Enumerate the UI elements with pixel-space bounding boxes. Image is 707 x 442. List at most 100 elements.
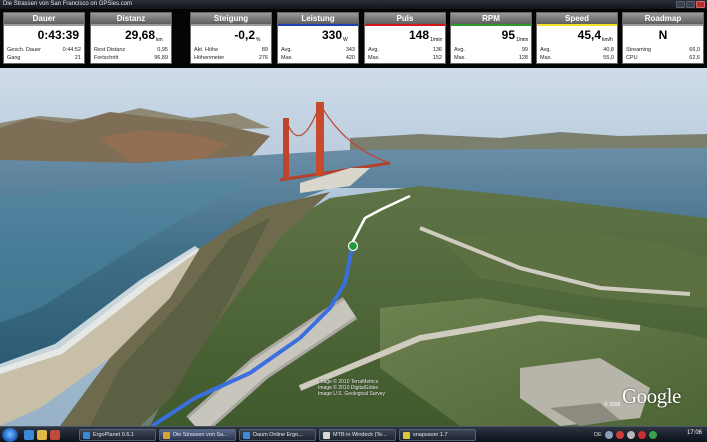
tile-row: Streaming 66,0: [626, 46, 700, 54]
row-value: 89: [261, 47, 268, 53]
tile-row: Max. 128: [454, 54, 528, 62]
tile-accent-line: [4, 24, 84, 26]
tile-accent-line: [278, 24, 358, 26]
value-text: 45,4: [577, 28, 601, 42]
row-value: 136: [432, 47, 442, 53]
row-value: 0:44:52: [62, 47, 81, 53]
task-mtb-windeck[interactable]: MTB in Windeck (Te...: [319, 429, 396, 441]
copyright-text: © 2009: [604, 402, 621, 408]
row-value: 99: [521, 47, 528, 53]
maximize-button[interactable]: [686, 1, 695, 8]
value-text: 29,68: [124, 28, 155, 42]
task-daum-online[interactable]: Daum Online Ergo...: [239, 429, 316, 441]
tile-row: Höhenmeter 276: [194, 54, 268, 62]
imagery-credits: Image © 2010 TerraMetrics Image © 2010 D…: [318, 379, 385, 397]
tile-row: Avg. 40,8: [540, 46, 614, 54]
tile-title: Roadmap: [623, 13, 703, 24]
credit-line: Image U.S. Geological Survey: [318, 391, 385, 397]
tile-row: Max. 420: [281, 54, 355, 62]
row-value: 66,0: [689, 47, 700, 53]
app-icon: [243, 432, 250, 439]
tile-row: Max. 152: [368, 54, 442, 62]
clock[interactable]: 17:06: [687, 430, 702, 436]
bridge-tower-1: [283, 118, 289, 180]
folder-icon[interactable]: [37, 430, 47, 440]
tile-row: Avg. 343: [281, 46, 355, 54]
task-ergoplanet[interactable]: ErgoPlanet 0.6.1: [79, 429, 156, 441]
bridge-tower-2: [316, 102, 324, 176]
app-icon: [83, 432, 90, 439]
task-label: Die Strassen von Sa...: [173, 432, 228, 438]
row-value: 62,6: [689, 55, 700, 61]
app-icon: [403, 432, 410, 439]
minimize-button[interactable]: [676, 1, 685, 8]
tile-row: Avg. 136: [368, 46, 442, 54]
unit-text: %: [256, 37, 261, 43]
row-label: Avg.: [281, 47, 292, 53]
row-value: 0,95: [157, 47, 168, 53]
tile-row: Fortschritt 96,89: [94, 54, 168, 62]
row-value: 21: [74, 55, 81, 61]
unit-text: km: [156, 37, 163, 43]
row-label: Max.: [540, 55, 552, 61]
tile-row: Gesch. Dauer 0:44:52: [7, 46, 81, 54]
task-label: MTB in Windeck (Te...: [333, 432, 387, 438]
media-icon[interactable]: [50, 430, 60, 440]
task-label: snapsaver 1.7: [413, 432, 448, 438]
tile-main-value: -0,2 %: [193, 28, 269, 43]
tile-main-value: N: [625, 28, 701, 42]
unit-text: 1/min: [430, 37, 443, 43]
ie-icon[interactable]: [24, 430, 34, 440]
task-snapsaver[interactable]: snapsaver 1.7: [399, 429, 476, 441]
tile-accent-line: [537, 24, 617, 26]
row-label: Rest Distanz: [94, 47, 126, 53]
close-button[interactable]: [696, 1, 705, 8]
unit-text: 1/min: [516, 37, 529, 43]
update-icon[interactable]: [648, 431, 657, 439]
tile-accent-line: [451, 24, 531, 26]
row-label: Avg.: [368, 47, 379, 53]
antivirus-icon[interactable]: [637, 431, 646, 439]
tile-steigung: Steigung -0,2 % Akt. Höhe 89 Höhenmeter …: [190, 12, 272, 64]
start-button[interactable]: [2, 428, 18, 442]
tile-accent-line: [191, 24, 271, 26]
tile-row: Max. 55,0: [540, 54, 614, 62]
app-icon: [323, 432, 330, 439]
tile-roadmap: Roadmap N Streaming 66,0 CPU 62,6: [622, 12, 704, 64]
row-label: Akt. Höhe: [194, 47, 219, 53]
tile-row: Rest Distanz 0,95: [94, 46, 168, 54]
map-3d-view[interactable]: Image © 2010 TerraMetrics Image © 2010 D…: [0, 68, 707, 426]
tile-row: Gang 21: [7, 54, 81, 62]
task-die-strassen[interactable]: Die Strassen von Sa...: [159, 429, 236, 441]
value-text: -0,2: [234, 28, 255, 42]
row-value: 276: [258, 55, 268, 61]
network-icon[interactable]: [604, 431, 613, 439]
tile-title: RPM: [451, 13, 531, 24]
task-label: Daum Online Ergo...: [253, 432, 303, 438]
window-controls: [676, 1, 705, 8]
tile-main-value: 95 1/min: [453, 28, 529, 43]
tile-main-value: 0:43:39: [6, 28, 82, 42]
taskbar: ErgoPlanet 0.6.1 Die Strassen von Sa... …: [0, 426, 707, 442]
language-indicator[interactable]: DE: [594, 432, 602, 438]
tile-speed: Speed 45,4 km/h Avg. 40,8 Max. 55,0: [536, 12, 618, 64]
row-value: 343: [345, 47, 355, 53]
value-text: N: [658, 28, 668, 42]
unit-text: W: [343, 37, 348, 43]
tile-dauer: Dauer 0:43:39 Gesch. Dauer 0:44:52 Gang …: [3, 12, 85, 64]
row-label: CPU: [626, 55, 638, 61]
volume-icon[interactable]: [626, 431, 635, 439]
tile-title: Distanz: [91, 13, 171, 24]
metrics-panel: Dauer 0:43:39 Gesch. Dauer 0:44:52 Gang …: [0, 9, 707, 68]
tile-puls: Puls 148 1/min Avg. 136 Max. 152: [364, 12, 446, 64]
value-text: 0:43:39: [37, 28, 79, 42]
security-icon[interactable]: [615, 431, 624, 439]
tile-distanz: Distanz 29,68 km Rest Distanz 0,95 Forts…: [90, 12, 172, 64]
window-titlebar[interactable]: Die Strassen von San Francisco on GPSies…: [0, 0, 707, 9]
terrain-render: [0, 102, 707, 426]
tile-accent-line: [365, 24, 445, 26]
tile-accent-line: [623, 24, 703, 26]
row-label: Streaming: [626, 47, 652, 53]
row-label: Fortschritt: [94, 55, 119, 61]
row-value: 55,0: [603, 55, 614, 61]
